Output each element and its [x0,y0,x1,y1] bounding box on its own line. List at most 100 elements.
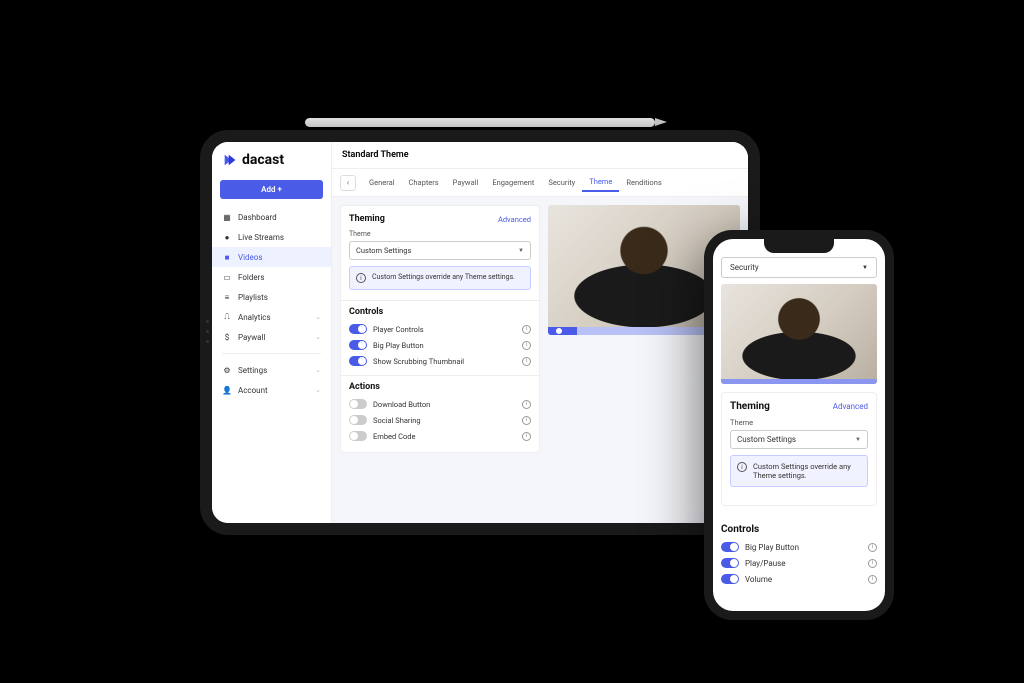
sidebar-item-live-streams[interactable]: ● Live Streams [212,227,331,247]
sidebar-item-label: Paywall [238,333,265,342]
sidebar-item-label: Analytics [238,313,271,322]
info-icon: i [356,273,366,283]
chevron-down-icon: ⌄ [315,366,321,374]
tab-security[interactable]: Security [541,174,582,191]
info-icon[interactable]: i [522,416,531,425]
advanced-link[interactable]: Advanced [498,215,531,224]
action-embed-code: Embed Code i [349,428,531,444]
action-download-button: Download Button i [349,396,531,412]
phone-control-play-pause: Play/Pause i [721,555,877,571]
user-icon: 👤 [222,385,232,395]
phone-controls-section: Controls Big Play Button i Play/Pause i … [721,518,877,587]
control-label: Big Play Button [373,341,516,350]
stylus-pencil [305,118,655,127]
info-icon[interactable]: i [868,543,877,552]
phone-toggle-volume[interactable] [721,574,739,584]
phone-advanced-link[interactable]: Advanced [833,402,868,411]
theme-select[interactable]: Custom Settings ▼ [349,241,531,260]
phone-device: Security ▼ Theming Advanced Theme Custom… [704,230,894,620]
chevron-down-icon: ▼ [862,264,868,271]
phone-control-label: Play/Pause [745,559,862,568]
phone-toggle-big-play[interactable] [721,542,739,552]
control-big-play-button: Big Play Button i [349,337,531,353]
add-button[interactable]: Add + [220,180,323,199]
phone-control-big-play: Big Play Button i [721,539,877,555]
phone-video-preview[interactable] [721,284,877,384]
toggle-social-sharing[interactable] [349,415,367,425]
sidebar-item-settings[interactable]: ⚙ Settings ⌄ [212,360,331,380]
sidebar-item-analytics[interactable]: ⎍ Analytics ⌄ [212,307,331,327]
tab-bar: ‹ General Chapters Paywall Engagement Se… [332,169,748,197]
action-label: Social Sharing [373,416,516,425]
actions-heading: Actions [349,382,531,392]
phone-screen: Security ▼ Theming Advanced Theme Custom… [713,239,885,611]
sidebar-item-label: Playlists [238,293,268,302]
chevron-down-icon: ⌄ [315,313,321,321]
info-icon[interactable]: i [868,575,877,584]
dollar-icon: $ [222,332,232,342]
phone-theme-select-value: Custom Settings [737,435,796,444]
sidebar-item-label: Dashboard [238,213,277,222]
phone-controls-heading: Controls [721,524,877,535]
tab-engagement[interactable]: Engagement [485,174,541,191]
theme-notice: i Custom Settings override any Theme set… [349,266,531,290]
settings-panel: Theming Advanced Theme Custom Settings ▼… [340,205,540,453]
tab-paywall[interactable]: Paywall [446,174,486,191]
sidebar-item-folders[interactable]: ▭ Folders [212,267,331,287]
info-icon[interactable]: i [522,325,531,334]
camera-icon: ● [222,232,232,242]
info-icon[interactable]: i [522,432,531,441]
chevron-down-icon: ▼ [855,436,861,443]
tab-general[interactable]: General [362,174,402,191]
chart-icon: ⎍ [222,312,232,322]
chevron-down-icon: ▼ [518,247,524,254]
info-icon[interactable]: i [522,357,531,366]
phone-notch [764,239,834,253]
toggle-player-controls[interactable] [349,324,367,334]
tab-chapters[interactable]: Chapters [402,174,446,191]
info-icon[interactable]: i [868,559,877,568]
info-icon: i [737,462,747,472]
tablet-screen: dacast Add + ▦ Dashboard ● Live Streams … [212,142,748,523]
brand-chevron-icon [222,152,238,168]
controls-heading: Controls [349,307,531,317]
info-icon[interactable]: i [522,400,531,409]
phone-toggle-play-pause[interactable] [721,558,739,568]
phone-theme-field-label: Theme [730,418,868,427]
playhead-icon [556,328,562,334]
theme-select-value: Custom Settings [356,246,411,255]
toggle-download-button[interactable] [349,399,367,409]
theme-notice-text: Custom Settings override any Theme setti… [372,273,515,283]
sidebar-item-dashboard[interactable]: ▦ Dashboard [212,207,331,227]
control-label: Player Controls [373,325,516,334]
brand-name: dacast [242,152,284,168]
sidebar-item-videos[interactable]: ■ Videos [212,247,331,267]
tab-renditions[interactable]: Renditions [619,174,668,191]
action-label: Download Button [373,400,516,409]
info-icon[interactable]: i [522,341,531,350]
page-title: Standard Theme [332,142,748,169]
sidebar-item-label: Live Streams [238,233,284,242]
control-scrubbing-thumbnail: Show Scrubbing Thumbnail i [349,353,531,369]
phone-section-select[interactable]: Security ▼ [721,257,877,278]
list-icon: ≡ [222,292,232,302]
toggle-big-play-button[interactable] [349,340,367,350]
phone-theme-select[interactable]: Custom Settings ▼ [730,430,868,449]
sidebar-item-paywall[interactable]: $ Paywall ⌄ [212,327,331,347]
sidebar: dacast Add + ▦ Dashboard ● Live Streams … [212,142,332,523]
action-social-sharing: Social Sharing i [349,412,531,428]
tablet-device: dacast Add + ▦ Dashboard ● Live Streams … [200,130,760,535]
phone-control-volume: Volume i [721,571,877,587]
control-label: Show Scrubbing Thumbnail [373,357,516,366]
phone-control-label: Big Play Button [745,543,862,552]
gear-icon: ⚙ [222,365,232,375]
brand-logo: dacast [212,142,331,176]
toggle-scrubbing-thumbnail[interactable] [349,356,367,366]
tab-theme[interactable]: Theme [582,173,619,192]
toggle-embed-code[interactable] [349,431,367,441]
phone-theming-panel: Theming Advanced Theme Custom Settings ▼… [721,392,877,506]
chevron-down-icon: ⌄ [315,333,321,341]
sidebar-item-playlists[interactable]: ≡ Playlists [212,287,331,307]
back-button[interactable]: ‹ [340,175,356,191]
sidebar-item-account[interactable]: 👤 Account ⌄ [212,380,331,400]
